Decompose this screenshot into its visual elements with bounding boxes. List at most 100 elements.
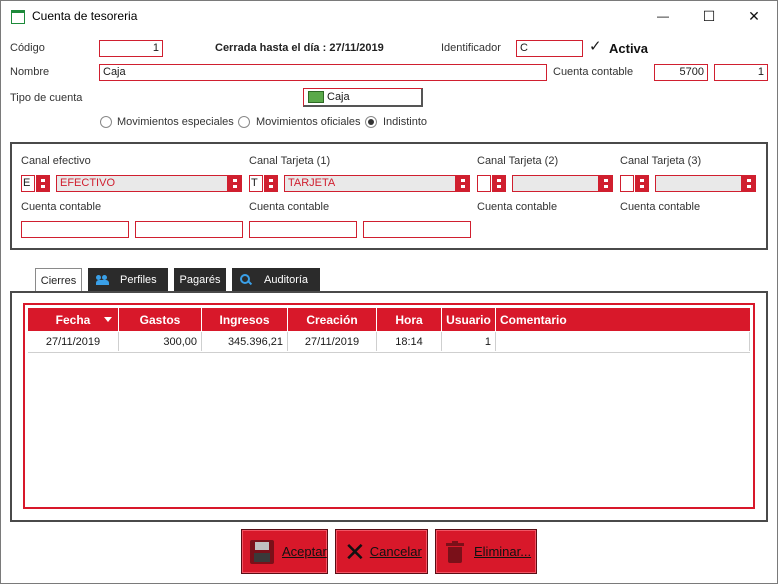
tab-auditoria-label: Auditoría: [264, 273, 309, 286]
canal-tarjeta1-name: TARJETA: [284, 175, 456, 192]
canal-tarjeta3-code[interactable]: [620, 175, 634, 192]
canal-tarjeta1-cuenta-2[interactable]: [363, 221, 471, 238]
canal-tarjeta1-name-spinner[interactable]: [456, 175, 470, 192]
column-header-comentario-label: Comentario: [500, 312, 567, 327]
canal-efectivo-name-spinner[interactable]: [228, 175, 242, 192]
canal-tarjeta2-cuenta-label: Cuenta contable: [477, 201, 558, 213]
column-header-comentario[interactable]: Comentario: [496, 308, 750, 331]
identificador-input[interactable]: C: [516, 40, 583, 57]
close-icon: ✕: [748, 7, 760, 24]
cuenta-contable-input-2[interactable]: 1: [714, 64, 768, 81]
canal-efectivo-code[interactable]: E: [21, 175, 35, 192]
radio-movimientos-especiales[interactable]: [100, 116, 112, 128]
column-header-usuario[interactable]: Usuario: [442, 308, 496, 331]
window-title: Cuenta de tesoreria: [32, 9, 138, 23]
column-header-hora[interactable]: Hora: [377, 308, 442, 331]
tab-cierres-label: Cierres: [40, 274, 77, 287]
search-icon: [240, 273, 253, 286]
nombre-input[interactable]: Caja: [99, 64, 547, 81]
canal-tarjeta3-code-spinner[interactable]: [635, 175, 649, 192]
canal-tarjeta3-label: Canal Tarjeta (3): [620, 155, 702, 167]
title-bar: Cuenta de tesoreria — ☐ ✕: [1, 1, 777, 31]
grid-header: Fecha Gastos Ingresos Creación Hora Usua…: [28, 308, 750, 332]
maximize-button[interactable]: ☐: [686, 1, 732, 31]
sort-desc-icon: [104, 317, 112, 322]
eliminar-button[interactable]: Eliminar...: [435, 529, 537, 574]
tab-pagares-label: Pagarés: [179, 273, 221, 286]
radio-label-especiales: Movimientos especiales: [117, 116, 234, 128]
canal-tarjeta2-label: Canal Tarjeta (2): [477, 155, 559, 167]
tab-perfiles-label: Perfiles: [120, 273, 157, 286]
canal-efectivo-name: EFECTIVO: [56, 175, 228, 192]
cell-gastos: 300,00: [119, 332, 202, 351]
radio-label-oficiales: Movimientos oficiales: [256, 116, 361, 128]
canal-tarjeta3-name-spinner[interactable]: [742, 175, 756, 192]
cancel-x-icon: ✕: [344, 536, 366, 567]
money-icon: [308, 91, 324, 103]
cierres-grid: Fecha Gastos Ingresos Creación Hora Usua…: [23, 303, 755, 509]
canal-tarjeta3-name: [655, 175, 742, 192]
cell-creacion: 27/11/2019: [288, 332, 377, 351]
cancelar-button[interactable]: ✕ Cancelar: [335, 529, 428, 574]
tipo-cuenta-select[interactable]: Caja: [303, 88, 423, 107]
codigo-input[interactable]: 1: [99, 40, 163, 57]
cancelar-label: Cancelar: [369, 544, 422, 559]
activa-checkbox[interactable]: ✓: [589, 38, 603, 55]
cuenta-contable-label: Cuenta contable: [553, 66, 634, 78]
canal-efectivo-code-spinner[interactable]: [36, 175, 50, 192]
cell-comentario: [496, 332, 750, 351]
cell-ingresos: 345.396,21: [202, 332, 288, 351]
canal-efectivo-cuenta-1[interactable]: [21, 221, 129, 238]
table-row[interactable]: 27/11/2019 300,00 345.396,21 27/11/2019 …: [28, 332, 750, 353]
canal-efectivo-cuenta-2[interactable]: [135, 221, 243, 238]
aceptar-button[interactable]: Aceptar: [241, 529, 328, 574]
canal-tarjeta2-name: [512, 175, 599, 192]
activa-label: Activa: [609, 41, 649, 56]
checkmark-icon: ✓: [589, 38, 602, 55]
eliminar-label: Eliminar...: [474, 544, 532, 559]
radio-label-indistinto: Indistinto: [383, 116, 428, 128]
column-header-gastos[interactable]: Gastos: [119, 308, 202, 331]
radio-indistinto[interactable]: [365, 116, 377, 128]
tipo-cuenta-label: Tipo de cuenta: [10, 92, 83, 104]
canal-tarjeta2-code-spinner[interactable]: [492, 175, 506, 192]
canal-efectivo-cuenta-label: Cuenta contable: [21, 201, 102, 213]
canal-tarjeta1-cuenta-1[interactable]: [249, 221, 357, 238]
users-icon: [96, 274, 110, 285]
column-header-usuario-label: Usuario: [446, 312, 491, 327]
cell-fecha: 27/11/2019: [28, 332, 119, 351]
canal-tarjeta2-name-spinner[interactable]: [599, 175, 613, 192]
cuenta-contable-input-1[interactable]: 5700: [654, 64, 708, 81]
canal-tarjeta1-label: Canal Tarjeta (1): [249, 155, 331, 167]
tab-cierres[interactable]: Cierres: [35, 268, 82, 292]
canal-tarjeta1-code[interactable]: T: [249, 175, 263, 192]
column-header-ingresos-label: Ingresos: [219, 312, 270, 327]
window-app-icon: [11, 10, 25, 24]
maximize-icon: ☐: [702, 7, 716, 24]
cell-usuario: 1: [442, 332, 496, 351]
minimize-icon: —: [657, 9, 669, 23]
canal-tarjeta2-code[interactable]: [477, 175, 491, 192]
tipo-cuenta-value: Caja: [327, 91, 350, 103]
aceptar-label: Aceptar: [282, 544, 327, 559]
close-button[interactable]: ✕: [731, 1, 777, 31]
tab-auditoria[interactable]: Auditoría: [232, 268, 320, 291]
radio-movimientos-oficiales[interactable]: [238, 116, 250, 128]
tab-pagares[interactable]: Pagarés: [174, 268, 226, 291]
minimize-button[interactable]: —: [640, 1, 686, 31]
column-header-gastos-label: Gastos: [139, 312, 181, 327]
floppy-disk-icon: [250, 539, 274, 564]
column-header-creacion[interactable]: Creación: [288, 308, 377, 331]
codigo-label: Código: [10, 42, 45, 54]
canal-tarjeta1-code-spinner[interactable]: [264, 175, 278, 192]
tab-perfiles[interactable]: Perfiles: [88, 268, 168, 291]
column-header-fecha-label: Fecha: [55, 312, 91, 327]
column-header-hora-label: Hora: [395, 312, 423, 327]
nombre-label: Nombre: [10, 66, 50, 78]
column-header-ingresos[interactable]: Ingresos: [202, 308, 288, 331]
canal-efectivo-label: Canal efectivo: [21, 155, 91, 167]
canal-tarjeta3-cuenta-label: Cuenta contable: [620, 201, 701, 213]
column-header-fecha[interactable]: Fecha: [28, 308, 119, 331]
cell-hora: 18:14: [377, 332, 442, 351]
canal-tarjeta1-cuenta-label: Cuenta contable: [249, 201, 330, 213]
